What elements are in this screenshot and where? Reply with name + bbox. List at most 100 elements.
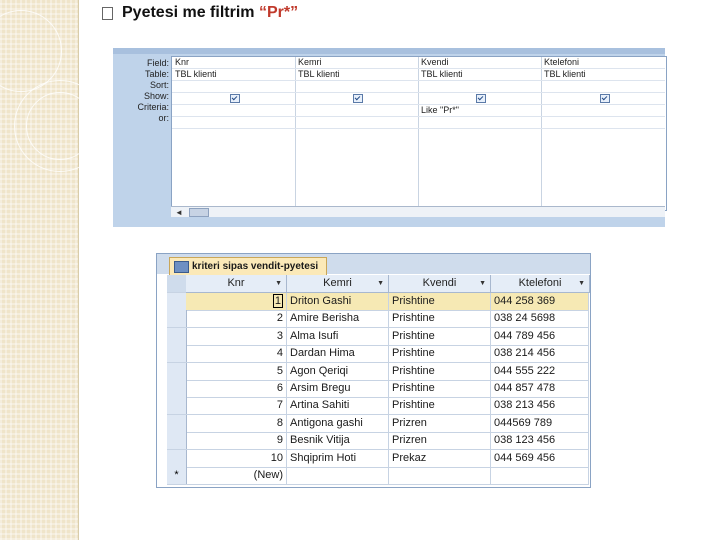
cell-kemri[interactable]: Agon Qeriqi xyxy=(287,362,389,380)
column-header-knr[interactable]: Knr ▼ xyxy=(186,275,287,293)
or-cell[interactable] xyxy=(418,117,541,129)
table-row[interactable]: 9 Besnik Vitija Prizren 038 123 456 xyxy=(186,432,589,451)
empty-cell[interactable] xyxy=(287,467,389,484)
record-selector[interactable] xyxy=(167,397,187,416)
sort-cell[interactable] xyxy=(295,81,418,93)
cell-knr[interactable]: 7 xyxy=(186,397,287,415)
cell-kemri[interactable]: Besnik Vitija xyxy=(287,432,389,450)
cell-kvendi[interactable]: Prishtine xyxy=(389,310,491,328)
dropdown-arrow-icon[interactable]: ▼ xyxy=(479,275,486,292)
select-all-corner[interactable] xyxy=(167,275,187,293)
table-row[interactable]: 5 Agon Qeriqi Prishtine 044 555 222 xyxy=(186,362,589,381)
show-checkbox[interactable] xyxy=(599,94,610,103)
record-selector[interactable] xyxy=(167,345,187,364)
cell-knr[interactable]: 3 xyxy=(186,327,287,345)
empty-cell[interactable] xyxy=(491,467,589,484)
horizontal-scrollbar[interactable]: ◄ xyxy=(171,206,665,217)
or-cell[interactable] xyxy=(295,117,418,129)
record-selector[interactable] xyxy=(167,414,187,433)
cell-kemri[interactable]: Dardan Hima xyxy=(287,345,389,363)
field-cell[interactable]: Kemri xyxy=(295,57,418,69)
cell-kvendi[interactable]: Prizren xyxy=(389,414,491,432)
cell-knr[interactable]: 10 xyxy=(186,449,287,467)
show-checkbox[interactable] xyxy=(230,94,240,103)
cell-kemri[interactable]: Artina Sahiti xyxy=(287,397,389,415)
new-record-row[interactable]: (New) xyxy=(186,467,589,485)
table-cell[interactable]: TBL klienti xyxy=(295,69,418,81)
cell-ktel[interactable]: 044 569 456 xyxy=(491,449,589,467)
cell-kemri[interactable]: Alma Isufi xyxy=(287,327,389,345)
cell-kemri[interactable]: Arsim Bregu xyxy=(287,380,389,397)
record-selector[interactable] xyxy=(167,449,187,468)
cell-ktel[interactable]: 044569 789 xyxy=(491,414,589,432)
sort-cell[interactable] xyxy=(172,81,295,93)
cell-ktel[interactable]: 038 123 456 xyxy=(491,432,589,450)
table-cell[interactable]: TBL klienti xyxy=(418,69,541,81)
cell-knr[interactable]: 9 xyxy=(186,432,287,450)
design-column-kvendi[interactable]: Kvendi TBL klienti Like "Pr*" xyxy=(418,57,542,210)
cell-kemri[interactable]: Amire Berisha xyxy=(287,310,389,328)
criteria-cell[interactable] xyxy=(295,105,418,117)
table-row[interactable]: 2 Amire Berisha Prishtine 038 24 5698 xyxy=(186,310,589,329)
design-column-knr[interactable]: Knr TBL klienti xyxy=(172,57,296,210)
cell-kvendi[interactable]: Prishtine xyxy=(389,380,491,397)
cell-ktel[interactable]: 044 857 478 xyxy=(491,380,589,397)
column-header-ktelefoni[interactable]: Ktelefoni ▼ xyxy=(491,275,590,293)
field-cell[interactable]: Knr xyxy=(172,57,295,69)
cell-knr[interactable]: 2 xyxy=(186,310,287,328)
query-tab[interactable]: kriteri sipas vendit-pyetesi xyxy=(169,257,328,275)
dropdown-arrow-icon[interactable]: ▼ xyxy=(377,275,384,292)
table-cell[interactable]: TBL klienti xyxy=(541,69,665,81)
cell-kvendi[interactable]: Prishtine xyxy=(389,345,491,363)
design-column-ktelefoni[interactable]: Ktelefoni TBL klienti xyxy=(541,57,665,210)
cell-kvendi[interactable]: Prishtine xyxy=(389,327,491,345)
cell-kvendi[interactable]: Prishtine xyxy=(389,293,491,310)
new-record-selector[interactable]: * xyxy=(167,467,187,485)
new-record-label[interactable]: (New) xyxy=(186,467,287,484)
cell-ktel[interactable]: 038 214 456 xyxy=(491,345,589,363)
table-row[interactable]: 6 Arsim Bregu Prishtine 044 857 478 xyxy=(186,380,589,398)
cell-kemri[interactable]: Driton Gashi xyxy=(287,293,389,310)
cell-kemri[interactable]: Antigona gashi xyxy=(287,414,389,432)
dropdown-arrow-icon[interactable]: ▼ xyxy=(578,275,585,292)
cell-ktel[interactable]: 038 24 5698 xyxy=(491,310,589,328)
table-row[interactable]: 4 Dardan Hima Prishtine 038 214 456 xyxy=(186,345,589,364)
cell-ktel[interactable]: 044 258 369 xyxy=(491,293,589,310)
or-cell[interactable] xyxy=(172,117,295,129)
record-selector[interactable] xyxy=(167,327,187,346)
column-header-kemri[interactable]: Kemri ▼ xyxy=(287,275,389,293)
cell-kvendi[interactable]: Prekaz xyxy=(389,449,491,467)
record-selector[interactable] xyxy=(167,432,187,451)
sort-cell[interactable] xyxy=(541,81,665,93)
empty-cell[interactable] xyxy=(389,467,491,484)
record-selector[interactable] xyxy=(167,293,187,311)
cell-ktel[interactable]: 038 213 456 xyxy=(491,397,589,415)
cell-kemri[interactable]: Shqiprim Hoti xyxy=(287,449,389,467)
show-checkbox[interactable] xyxy=(476,94,486,103)
record-selector[interactable] xyxy=(167,362,187,381)
table-row[interactable]: 8 Antigona gashi Prizren 044569 789 xyxy=(186,414,589,433)
cell-ktel[interactable]: 044 555 222 xyxy=(491,362,589,380)
show-checkbox[interactable] xyxy=(353,94,363,103)
cell-knr[interactable]: 6 xyxy=(186,380,287,397)
or-cell[interactable] xyxy=(541,117,665,129)
table-row[interactable]: 3 Alma Isufi Prishtine 044 789 456 xyxy=(186,327,589,346)
record-selector[interactable] xyxy=(167,310,187,329)
left-arrow-icon[interactable]: ◄ xyxy=(175,208,183,217)
cell-knr[interactable]: 8 xyxy=(186,414,287,432)
field-cell[interactable]: Ktelefoni xyxy=(541,57,665,69)
design-column-kemri[interactable]: Kemri TBL klienti xyxy=(295,57,419,210)
table-cell[interactable]: TBL klienti xyxy=(172,69,295,81)
cell-ktel[interactable]: 044 789 456 xyxy=(491,327,589,345)
table-row[interactable]: 10 Shqiprim Hoti Prekaz 044 569 456 xyxy=(186,449,589,468)
cell-kvendi[interactable]: Prizren xyxy=(389,432,491,450)
table-row[interactable]: 1 Driton Gashi Prishtine 044 258 369 xyxy=(186,293,589,311)
cell-knr[interactable]: 1 xyxy=(186,293,287,310)
cell-knr[interactable]: 5 xyxy=(186,362,287,380)
field-cell[interactable]: Kvendi xyxy=(418,57,541,69)
criteria-cell[interactable] xyxy=(541,105,665,117)
sort-cell[interactable] xyxy=(418,81,541,93)
criteria-cell[interactable]: Like "Pr*" xyxy=(418,105,541,117)
cell-kvendi[interactable]: Prishtine xyxy=(389,397,491,415)
cell-knr[interactable]: 4 xyxy=(186,345,287,363)
